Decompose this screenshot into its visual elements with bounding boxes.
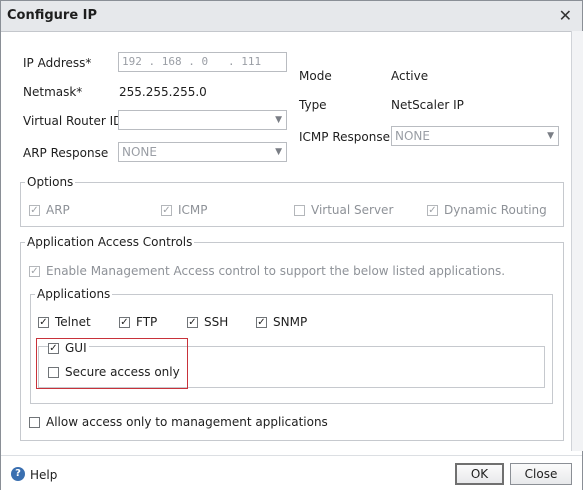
option-arp-checkbox[interactable]: ✓ ARP	[29, 203, 70, 217]
allow-management-only-label: Allow access only to management applicat…	[46, 415, 328, 429]
check-icon: ✓	[48, 342, 59, 354]
check-icon: ✓	[187, 316, 198, 328]
virtual-router-id-select[interactable]: ▼	[118, 110, 287, 130]
app-ssh-checkbox[interactable]: ✓ SSH	[187, 315, 228, 329]
allow-management-only-checkbox[interactable]: Allow access only to management applicat…	[29, 415, 328, 429]
chevron-down-icon: ▼	[275, 115, 282, 125]
netmask-label: Netmask*	[23, 85, 83, 99]
options-legend: Options	[27, 175, 74, 189]
close-icon[interactable]: ✕	[559, 6, 572, 25]
enable-management-access-label: Enable Management Access control to supp…	[46, 264, 506, 278]
type-value: NetScaler IP	[391, 98, 464, 112]
title-bar: Configure IP ✕	[1, 1, 582, 32]
chevron-down-icon: ▼	[547, 131, 554, 141]
arp-response-label: ARP Response	[23, 146, 109, 160]
mode-value: Active	[391, 69, 429, 83]
configure-ip-dialog: Configure IP ✕ IP Address* 192 . 168 . 0…	[0, 0, 583, 490]
app-telnet-checkbox[interactable]: ✓ Telnet	[38, 315, 91, 329]
option-virtual-server-label: Virtual Server	[311, 203, 394, 217]
chevron-down-icon: ▼	[275, 147, 282, 157]
app-ssh-label: SSH	[204, 315, 229, 329]
gui-label: GUI	[65, 341, 87, 355]
check-icon: ✓	[29, 204, 40, 216]
check-icon: ✓	[29, 265, 40, 277]
option-icmp-checkbox[interactable]: ✓ ICMP	[161, 203, 208, 217]
icmp-response-select[interactable]: NONE ▼	[391, 126, 559, 146]
check-icon: ✓	[161, 204, 172, 216]
checkbox-box	[29, 416, 40, 428]
applications-legend: Applications	[37, 287, 111, 301]
ip-address-label: IP Address*	[23, 56, 92, 70]
mode-label: Mode	[299, 69, 332, 83]
help-icon[interactable]: ?	[11, 467, 25, 481]
ip-address-input[interactable]: 192 . 168 . 0 . 111	[118, 52, 287, 72]
options-group: Options	[20, 175, 564, 227]
netmask-value: 255.255.255.0	[119, 85, 207, 99]
dialog-footer: ? Help OK Close	[1, 455, 582, 490]
type-label: Type	[299, 98, 327, 112]
check-icon: ✓	[256, 316, 267, 328]
option-dynamic-routing-label: Dynamic Routing	[444, 203, 547, 217]
close-button[interactable]: Close	[510, 463, 572, 485]
scrollbar[interactable]	[571, 31, 583, 451]
icmp-response-label: ICMP Response	[299, 130, 390, 144]
icmp-response-value: NONE	[395, 129, 430, 143]
arp-response-select[interactable]: NONE ▼	[118, 142, 287, 162]
app-ftp-checkbox[interactable]: ✓ FTP	[119, 315, 157, 329]
help-link[interactable]: Help	[30, 468, 57, 482]
virtual-router-id-label: Virtual Router ID	[23, 114, 123, 128]
secure-access-only-checkbox[interactable]: Secure access only	[48, 365, 180, 379]
app-snmp-checkbox[interactable]: ✓ SNMP	[256, 315, 307, 329]
checkbox-box	[48, 366, 59, 378]
enable-management-access-checkbox[interactable]: ✓ Enable Management Access control to su…	[29, 264, 505, 278]
arp-response-value: NONE	[122, 145, 157, 159]
application-access-controls-legend: Application Access Controls	[27, 235, 193, 249]
secure-access-only-label: Secure access only	[65, 365, 180, 379]
check-icon: ✓	[119, 316, 130, 328]
app-ftp-label: FTP	[136, 315, 158, 329]
dialog-title: Configure IP	[7, 8, 98, 23]
check-icon: ✓	[427, 204, 438, 216]
ok-button[interactable]: OK	[455, 463, 504, 485]
option-arp-label: ARP	[46, 203, 70, 217]
option-icmp-label: ICMP	[178, 203, 208, 217]
app-telnet-label: Telnet	[55, 315, 91, 329]
check-icon: ✓	[38, 316, 49, 328]
checkbox-box	[294, 204, 305, 216]
option-virtual-server-checkbox[interactable]: Virtual Server	[294, 203, 393, 217]
app-snmp-label: SNMP	[273, 315, 308, 329]
option-dynamic-routing-checkbox[interactable]: ✓ Dynamic Routing	[427, 203, 547, 217]
gui-checkbox[interactable]: ✓ GUI	[48, 341, 89, 355]
